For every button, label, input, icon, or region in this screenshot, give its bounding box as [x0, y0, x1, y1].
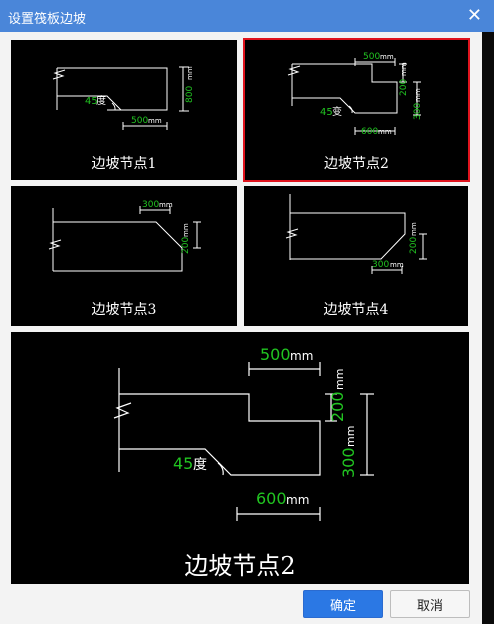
option1-height-unit: mm [186, 66, 194, 80]
cancel-button[interactable]: 取消 [390, 590, 470, 618]
option2-height2-unit: mm [414, 88, 422, 102]
preview-height1: 200 [328, 391, 347, 422]
option4-height-unit: mm [410, 222, 418, 236]
option4-height: 200 [409, 237, 419, 254]
option4-chamfer-unit: mm [390, 261, 404, 269]
preview-angle-unit: 度 [193, 457, 207, 473]
option3-label: 边坡节点3 [91, 302, 157, 318]
option2-bottom-width: 600 [361, 127, 378, 137]
preview-label: 边坡节点2 [184, 552, 296, 580]
option2-height1: 200 [399, 79, 409, 96]
option1-height: 800 [185, 86, 195, 103]
preview-height1-unit: mm [333, 369, 346, 390]
option1-width-unit: mm [148, 117, 162, 125]
option2-angle: 45 [320, 107, 333, 118]
option-slope-node-1[interactable]: 45 度 500 mm 800 mm 边坡节点1 [11, 40, 237, 180]
preview-bottom-width-unit: mm [286, 493, 309, 507]
preview-bottom-width: 600 [256, 489, 287, 508]
option3-height-unit: mm [182, 223, 190, 237]
background-app-strip [482, 32, 494, 624]
option2-height2: 300 [413, 103, 423, 120]
option2-height1-unit: mm [400, 62, 408, 76]
option3-chamfer-unit: mm [159, 201, 173, 209]
option4-label: 边坡节点4 [323, 302, 389, 318]
preview-angle: 45 [173, 454, 193, 473]
title-bar: 设置筏板边坡 ✕ [0, 0, 494, 32]
window-title: 设置筏板边坡 [8, 12, 87, 27]
option-slope-node-4[interactable]: 300 mm 200 mm 边坡节点4 [244, 186, 468, 326]
option3-chamfer: 300 [142, 200, 159, 210]
close-icon[interactable]: ✕ [467, 5, 482, 26]
option-slope-node-2[interactable]: 45 变 500 mm 600 mm 200 mm 300 mm 边坡节点2 [243, 38, 470, 182]
option1-label: 边坡节点1 [91, 156, 157, 172]
option2-bottom-width-unit: mm [378, 128, 392, 136]
option1-angle-unit: 度 [96, 94, 106, 107]
preview-top-width: 500 [260, 345, 291, 364]
preview-top-width-unit: mm [290, 349, 313, 363]
option3-height: 200 [181, 237, 191, 254]
preview-height2: 300 [339, 447, 358, 478]
preview-panel: 500 mm 600 mm 45 度 200 mm 300 mm 边坡节点2 [11, 332, 469, 584]
option4-chamfer: 300 [372, 260, 389, 270]
option2-top-width: 500 [363, 52, 380, 62]
option2-top-width-unit: mm [380, 53, 394, 61]
option1-width: 500 [131, 116, 148, 126]
option2-angle-unit: 变 [332, 105, 342, 118]
preview-height2-unit: mm [344, 426, 357, 447]
option2-label: 边坡节点2 [324, 156, 389, 172]
ok-button[interactable]: 确定 [303, 590, 383, 618]
option-slope-node-3[interactable]: 300 mm 200 mm 边坡节点3 [11, 186, 237, 326]
